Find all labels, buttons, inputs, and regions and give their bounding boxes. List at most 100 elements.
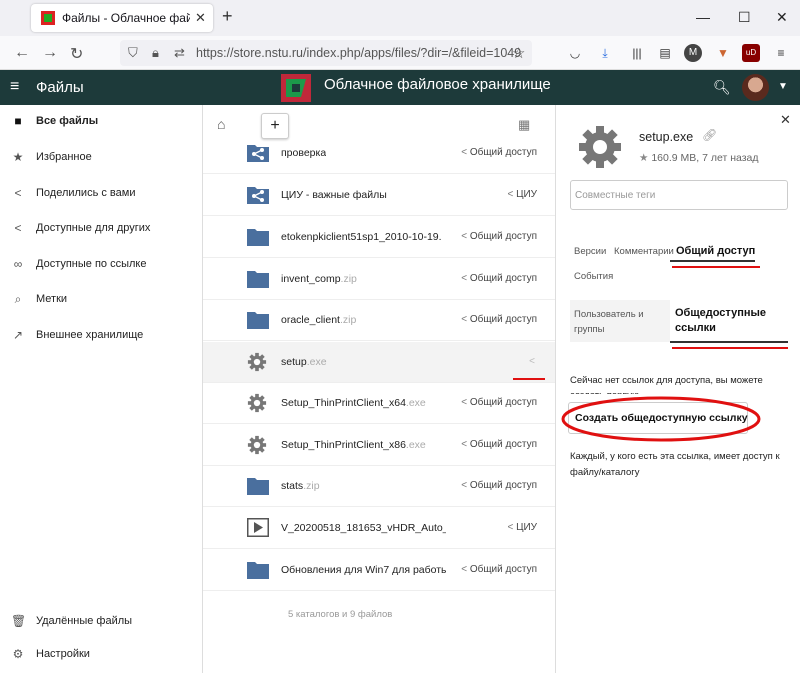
file-extension: .exe	[306, 356, 327, 368]
shared-folder-icon	[247, 143, 269, 162]
share-icon: <	[461, 397, 470, 408]
annotation-underline	[672, 347, 788, 349]
file-name[interactable]: stats.zip	[281, 480, 320, 492]
reload-icon[interactable]: ↻	[70, 44, 83, 64]
permissions-icon[interactable]: ⇄	[174, 45, 185, 61]
file-row[interactable]: stats.zip < Общий доступ	[203, 466, 555, 507]
file-row[interactable]: Setup_ThinPrintClient_x64.exe < Общий дос…	[203, 383, 555, 424]
details-panel: ✕ setup.exe 🔗︎ ★ 160.9 MB, 7 лет назад С…	[555, 105, 800, 673]
share-button[interactable]: < Общий доступ	[461, 397, 537, 408]
sidebar-item[interactable]: ★ Избранное	[0, 141, 203, 175]
subtab-public-links[interactable]: Общедоступные ссылки	[670, 300, 788, 342]
file-name[interactable]: ЦИУ - важные файлы	[281, 189, 387, 201]
file-row[interactable]: invent_comp.zip < Общий доступ	[203, 259, 555, 300]
file-name[interactable]: invent_comp.zip	[281, 273, 357, 285]
share-button[interactable]: < Общий доступ	[461, 147, 537, 158]
file-row[interactable]: oracle_client.zip < Общий доступ	[203, 300, 555, 341]
sidebar-bottom-item[interactable]: 🗑 Удалённые файлы	[0, 605, 203, 639]
sidebar-bottom-item[interactable]: ⚙ Настройки	[0, 638, 203, 672]
grid-view-icon[interactable]: ▦	[518, 117, 530, 133]
share-button[interactable]: < Общий доступ	[461, 564, 537, 575]
share-button[interactable]: < ЦИУ	[507, 189, 537, 200]
active-tab-indicator	[670, 260, 755, 262]
file-basename: ЦИУ - важные файлы	[281, 189, 387, 201]
share-label: Общий доступ	[469, 397, 537, 408]
avatar[interactable]	[742, 74, 769, 101]
subtab-users[interactable]: Пользователь и группы	[574, 307, 669, 337]
file-name[interactable]: Setup_ThinPrintClient_x64.exe	[281, 397, 426, 409]
tab-versions[interactable]: Версии	[574, 246, 606, 257]
share-button[interactable]: < Общий доступ	[461, 273, 537, 284]
link-icon[interactable]: 🔗︎	[702, 128, 717, 142]
ublock-icon[interactable]: uD	[742, 44, 760, 62]
file-row[interactable]: V_20200518_181653_vHDR_Auto_ES0.mp4 < ЦИУ	[203, 508, 555, 549]
app-header: ≡ Файлы Облачное файловое хранилище 🔍︎ ▼	[0, 70, 800, 105]
back-icon[interactable]: ←	[14, 44, 30, 62]
tags-input[interactable]: Совместные теги	[570, 180, 788, 210]
file-row[interactable]: ЦИУ - важные файлы < ЦИУ	[203, 175, 555, 216]
tab-close-icon[interactable]: ✕	[195, 10, 206, 26]
maximize-icon[interactable]: ☐	[738, 9, 751, 26]
exe-icon	[247, 393, 269, 413]
sidebar-item[interactable]: ■ Все файлы	[0, 105, 203, 139]
file-name[interactable]: etokenpkiclient51sp1_2010-10-19.	[281, 231, 442, 243]
file-name[interactable]: проверка	[281, 147, 326, 159]
sidebar-item[interactable]: ⌕ Метки	[0, 283, 203, 317]
shield-icon[interactable]: ⛉	[128, 45, 138, 61]
browser-tab[interactable]: Файлы - Облачное файловое ✕	[31, 4, 213, 32]
close-icon[interactable]: ✕	[780, 112, 791, 128]
tab-comments[interactable]: Комментарии	[614, 246, 674, 257]
share-button[interactable]: < Общий доступ	[461, 480, 537, 491]
home-icon[interactable]: ⌂	[217, 116, 225, 132]
file-row[interactable]: setup.exe <	[203, 342, 555, 383]
favorite-star-icon[interactable]: ★	[639, 152, 648, 164]
reader-icon[interactable]: ▤	[656, 44, 674, 62]
hamburger-menu-icon[interactable]: ≡	[10, 78, 19, 96]
sidebar-item[interactable]: ∞ Доступные по ссылке	[0, 248, 203, 282]
url-bar[interactable]: ⛉ 🔒︎ ⇄ https://store.nstu.ru/index.php/a…	[120, 40, 532, 66]
file-basename: Обновления для Win7 для работы Re	[281, 564, 446, 576]
shared-folder-icon	[247, 185, 269, 204]
file-row[interactable]: etokenpkiclient51sp1_2010-10-19. < Общий …	[203, 217, 555, 258]
share-button[interactable]: <	[529, 356, 535, 367]
file-row[interactable]: Обновления для Win7 для работы Re < Общий…	[203, 550, 555, 591]
library-icon[interactable]: |||	[628, 44, 646, 62]
star-icon: ★	[12, 150, 24, 164]
browser-tabbar: Файлы - Облачное файловое ✕ + — ☐ ✕	[0, 0, 800, 36]
sidebar-item-label: Внешнее хранилище	[36, 329, 144, 341]
file-name[interactable]: V_20200518_181653_vHDR_Auto_ES0.mp4	[281, 522, 446, 534]
sidebar-item[interactable]: < Поделились с вами	[0, 177, 203, 211]
lock-icon[interactable]: 🔒︎	[152, 45, 159, 61]
details-meta: ★ 160.9 MB, 7 лет назад	[639, 152, 759, 164]
extension-v-icon[interactable]: ▼	[714, 44, 732, 62]
share-button[interactable]: < ЦИУ	[507, 522, 537, 533]
share-button[interactable]: < Общий доступ	[461, 231, 537, 242]
file-name[interactable]: oracle_client.zip	[281, 314, 356, 326]
app-name[interactable]: Файлы	[36, 79, 84, 96]
search-icon[interactable]: 🔍︎	[713, 79, 731, 96]
sidebar-item-label: Доступные по ссылке	[36, 258, 147, 270]
extension-m-icon[interactable]: M	[684, 44, 702, 62]
forward-icon[interactable]: →	[42, 44, 58, 62]
browser-menu-icon[interactable]: ≡	[772, 44, 790, 62]
tab-sharing[interactable]: Общий доступ	[676, 245, 755, 257]
bookmark-star-icon[interactable]: ☆	[512, 44, 525, 62]
share-button[interactable]: < Общий доступ	[461, 314, 537, 325]
sidebar-item[interactable]: ↗ Внешнее хранилище	[0, 319, 203, 353]
file-name[interactable]: Setup_ThinPrintClient_x86.exe	[281, 439, 426, 451]
minimize-icon[interactable]: —	[696, 9, 710, 25]
file-name[interactable]: Обновления для Win7 для работы Re	[281, 564, 446, 576]
url-text[interactable]: https://store.nstu.ru/index.php/apps/fil…	[196, 46, 521, 60]
window-close-icon[interactable]: ✕	[776, 9, 788, 26]
app-logo-icon	[281, 74, 311, 102]
share-button[interactable]: < Общий доступ	[461, 439, 537, 450]
pocket-icon[interactable]: ◡	[566, 44, 584, 62]
file-name[interactable]: setup.exe	[281, 356, 327, 368]
chevron-down-icon[interactable]: ▼	[778, 81, 788, 92]
file-row[interactable]: проверка < Общий доступ	[203, 133, 555, 174]
file-row[interactable]: Setup_ThinPrintClient_x86.exe < Общий дос…	[203, 425, 555, 466]
tab-events[interactable]: События	[574, 271, 613, 282]
download-icon[interactable]: ⤓	[596, 44, 614, 62]
new-tab-icon[interactable]: +	[222, 6, 233, 27]
sidebar-item[interactable]: < Доступные для других	[0, 212, 203, 246]
